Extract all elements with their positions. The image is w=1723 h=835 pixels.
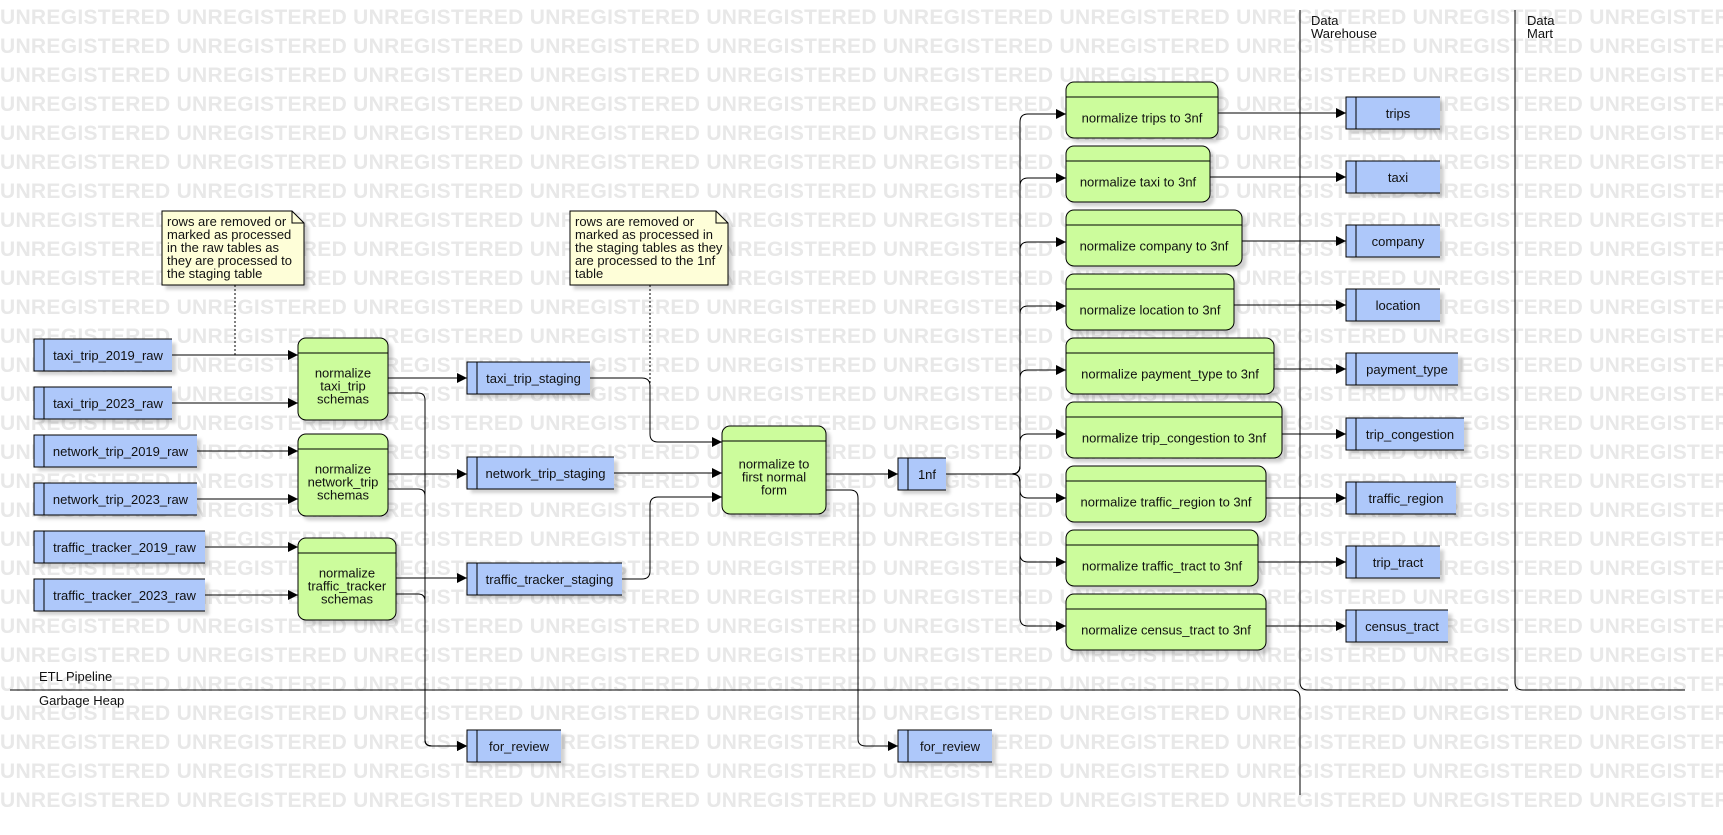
lane-label-data-mart: Mart (1527, 26, 1553, 41)
flow-arrow (946, 301, 1066, 475)
data-store-review-1[interactable]: for_review (466, 729, 561, 763)
flow-arrow (590, 377, 722, 447)
data-store-label: traffic_tracker_staging (486, 572, 614, 587)
lane-label-data-warehouse: Warehouse (1311, 26, 1377, 41)
flow-arrow (946, 173, 1066, 475)
flow-arrow (388, 392, 467, 751)
data-store-label: taxi_trip_staging (486, 371, 581, 386)
data-store-traffic-2023[interactable]: traffic_tracker_2023_raw (33, 578, 205, 612)
data-store-taxi-2023[interactable]: taxi_trip_2023_raw (33, 386, 172, 420)
data-store-location[interactable]: location (1345, 288, 1440, 322)
flow-arrow (946, 473, 1066, 631)
data-store-network-2019[interactable]: network_trip_2019_raw (33, 434, 197, 468)
process-label: normalize location to 3nf (1080, 303, 1221, 318)
note-raw: rows are removed ormarked as processedin… (161, 210, 305, 286)
process-congestion-3nf[interactable]: normalize trip_congestion to 3nf (1065, 401, 1283, 459)
data-store-taxi[interactable]: taxi (1345, 160, 1440, 194)
process-region-3nf[interactable]: normalize traffic_region to 3nf (1065, 465, 1267, 523)
lane-divider (1291, 689, 1301, 795)
lane-label-etl-pipeline: ETL Pipeline (39, 669, 112, 684)
process-label: normalize payment_type to 3nf (1081, 367, 1259, 382)
data-store-network-2023[interactable]: network_trip_2023_raw (33, 482, 197, 516)
data-store-payment-type[interactable]: payment_type (1345, 352, 1458, 386)
data-store-label: taxi_trip_2023_raw (53, 396, 163, 411)
flow-arrow (826, 489, 898, 751)
process-label: normalize trip_congestion to 3nf (1082, 431, 1267, 446)
flow-arrow (946, 473, 1066, 503)
process-label: schemas (321, 592, 374, 607)
data-store-label: traffic_region (1369, 491, 1444, 506)
process-trips-3nf[interactable]: normalize trips to 3nf (1065, 81, 1219, 139)
data-store-label: company (1372, 234, 1425, 249)
process-norm-network[interactable]: normalizenetwork_tripschemas (297, 433, 389, 517)
data-store-label: for_review (489, 739, 550, 754)
process-norm-taxi[interactable]: normalizetaxi_tripschemas (297, 337, 389, 421)
data-store-census-tract[interactable]: census_tract (1345, 609, 1448, 643)
data-store-trip-congestion[interactable]: trip_congestion (1345, 417, 1464, 451)
flow-arrow (388, 488, 467, 751)
flow-arrow (396, 593, 467, 751)
data-store-label: network_trip_2023_raw (53, 492, 189, 507)
process-label: normalize taxi to 3nf (1080, 175, 1197, 190)
data-store-label: trips (1386, 106, 1411, 121)
data-store-taxi-2019[interactable]: taxi_trip_2019_raw (33, 338, 172, 372)
data-store-label: network_trip_staging (486, 466, 606, 481)
data-store-label: 1nf (918, 467, 936, 482)
flow-arrow (946, 237, 1066, 475)
data-store-taxi-staging[interactable]: taxi_trip_staging (466, 361, 590, 395)
data-store-trips[interactable]: trips (1345, 96, 1440, 130)
process-label: normalize company to 3nf (1080, 239, 1229, 254)
process-norm-traffic[interactable]: normalizetraffic_trackerschemas (297, 537, 397, 621)
flow-arrow (946, 473, 1066, 567)
data-store-label: census_tract (1365, 619, 1439, 634)
process-taxi-3nf[interactable]: normalize taxi to 3nf (1065, 145, 1211, 203)
note-staging: rows are removed ormarked as processed i… (569, 210, 729, 286)
process-label: normalize traffic_region to 3nf (1080, 495, 1251, 510)
data-store-traffic-region[interactable]: traffic_region (1345, 481, 1456, 515)
process-company-3nf[interactable]: normalize company to 3nf (1065, 209, 1243, 267)
flow-arrow (946, 429, 1066, 475)
process-label: normalize traffic_tract to 3nf (1082, 559, 1243, 574)
note-text: table (575, 266, 603, 281)
mart-lane-border (1514, 10, 1685, 691)
data-store-traffic-2019[interactable]: traffic_tracker_2019_raw (33, 530, 205, 564)
process-census-3nf[interactable]: normalize census_tract to 3nf (1065, 593, 1267, 651)
data-store-label: network_trip_2019_raw (53, 444, 189, 459)
data-store-nf1[interactable]: 1nf (897, 457, 946, 491)
data-store-review-2[interactable]: for_review (897, 729, 992, 763)
data-store-network-staging[interactable]: network_trip_staging (466, 456, 614, 490)
data-store-label: taxi_trip_2019_raw (53, 348, 163, 363)
data-store-label: location (1376, 298, 1421, 313)
data-store-label: payment_type (1366, 362, 1448, 377)
process-first-nf[interactable]: normalize tofirst normalform (721, 425, 827, 515)
process-label: form (761, 483, 787, 498)
note-text: the staging table (167, 266, 262, 281)
data-store-label: taxi (1388, 170, 1408, 185)
process-label: schemas (317, 488, 370, 503)
process-tract-3nf[interactable]: normalize traffic_tract to 3nf (1065, 529, 1259, 587)
process-payment-3nf[interactable]: normalize payment_type to 3nf (1065, 337, 1275, 395)
etl-diagram: ETL PipelineGarbage HeapDataWarehouseDat… (10, 10, 1685, 795)
flow-arrow (622, 492, 722, 580)
flow-arrow (946, 365, 1066, 475)
data-store-label: trip_congestion (1366, 427, 1454, 442)
data-store-label: traffic_tracker_2023_raw (53, 588, 196, 603)
process-label: schemas (317, 392, 370, 407)
data-store-company[interactable]: company (1345, 224, 1440, 258)
data-store-label: trip_tract (1373, 555, 1424, 570)
shapes-layer: taxi_trip_2019_raw taxi_trip_2023_rawnetw… (33, 81, 1464, 763)
data-store-trip-tract[interactable]: trip_tract (1345, 545, 1440, 579)
data-store-traffic-staging[interactable]: traffic_tracker_staging (466, 562, 622, 596)
lane-label-garbage-heap: Garbage Heap (39, 693, 124, 708)
flow-arrow (946, 109, 1066, 475)
data-store-label: traffic_tracker_2019_raw (53, 540, 196, 555)
process-label: normalize trips to 3nf (1082, 111, 1203, 126)
process-location-3nf[interactable]: normalize location to 3nf (1065, 273, 1235, 331)
process-label: normalize census_tract to 3nf (1081, 623, 1251, 638)
data-store-label: for_review (920, 739, 981, 754)
